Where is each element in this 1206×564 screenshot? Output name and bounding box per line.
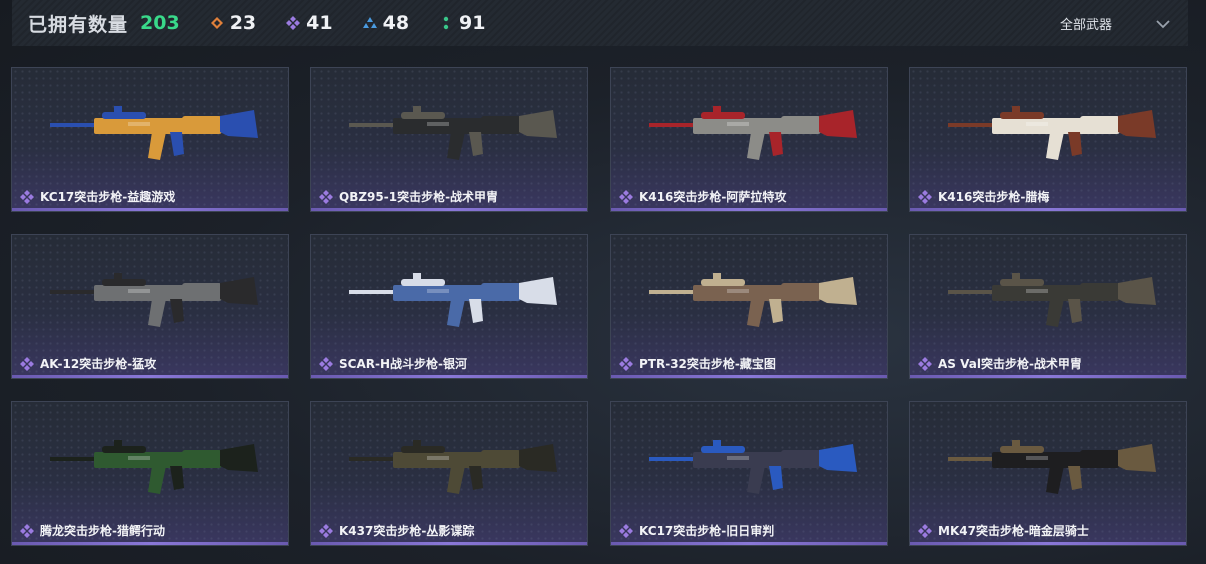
- weapon-card[interactable]: AS Val突击步枪-战术甲胄: [909, 234, 1187, 379]
- rarity-diamond-icon: [619, 523, 633, 538]
- stat-orange: 23: [210, 12, 256, 34]
- weapon-name: K416突击步枪-腊梅: [938, 190, 1050, 204]
- weapon-name-row: SCAR-H战斗步枪-银河: [319, 355, 467, 372]
- weapon-card[interactable]: K416突击步枪-阿萨拉特攻: [610, 67, 888, 212]
- rarity-diamond-icon: [20, 356, 34, 371]
- rarity-diamond-icon: [319, 189, 333, 204]
- weapon-card[interactable]: K416突击步枪-腊梅: [909, 67, 1187, 212]
- weapon-name: MK47突击步枪-暗金层骑士: [938, 524, 1089, 538]
- weapon-card[interactable]: KC17突击步枪-益趣游戏: [11, 67, 289, 212]
- rarity-diamond-icon: [20, 523, 34, 538]
- weapon-image: [649, 106, 857, 160]
- weapon-image: [349, 440, 557, 494]
- weapon-name-row: MK47突击步枪-暗金层骑士: [918, 522, 1089, 539]
- weapon-name-row: PTR-32突击步枪-藏宝图: [619, 355, 776, 372]
- weapon-filter-label: 全部武器: [1059, 17, 1112, 33]
- stat-blue: 48: [362, 12, 410, 34]
- stat-purple: 41: [286, 12, 333, 34]
- weapon-name-row: KC17突击步枪-旧日审判: [619, 522, 774, 539]
- weapon-name-row: QBZ95-1突击步枪-战术甲胄: [319, 188, 498, 205]
- weapon-image: [50, 273, 258, 327]
- weapon-card[interactable]: K437突击步枪-丛影谍踪: [310, 401, 588, 546]
- stat-green: 91: [439, 12, 486, 34]
- weapon-name-row: K416突击步枪-腊梅: [918, 188, 1049, 205]
- weapon-name-row: K437突击步枪-丛影谍踪: [319, 522, 474, 539]
- weapon-card[interactable]: QBZ95-1突击步枪-战术甲胄: [310, 67, 588, 212]
- weapon-name: QBZ95-1突击步枪-战术甲胄: [339, 190, 499, 204]
- rarity-diamond-icon: [918, 189, 932, 204]
- owned-count: 203: [140, 12, 180, 34]
- purple-diamond-icon: [286, 16, 301, 30]
- header-bar: 已拥有数量 203 23 41 48 91 全部武器: [12, 0, 1188, 46]
- weapon-name: KC17突击步枪-旧日审判: [639, 524, 775, 538]
- weapon-image: [649, 440, 857, 494]
- weapon-image: [649, 273, 857, 327]
- weapon-name: KC17突击步枪-益趣游戏: [40, 190, 176, 204]
- rarity-diamond-icon: [319, 523, 333, 538]
- weapon-image: [349, 273, 557, 327]
- weapon-name-row: KC17突击步枪-益趣游戏: [20, 188, 175, 205]
- weapon-name: SCAR-H战斗步枪-银河: [339, 357, 467, 371]
- weapon-card[interactable]: 腾龙突击步枪-猎鳄行动: [11, 401, 289, 546]
- weapon-image: [50, 106, 258, 160]
- weapon-image: [50, 440, 258, 494]
- weapon-name: AK-12突击步枪-猛攻: [40, 357, 157, 371]
- rarity-diamond-icon: [918, 523, 932, 538]
- rarity-diamond-icon: [319, 356, 333, 371]
- weapon-name-row: AK-12突击步枪-猛攻: [20, 355, 156, 372]
- stat-orange-value: 23: [229, 12, 257, 34]
- weapon-image: [948, 273, 1156, 327]
- weapon-name: PTR-32突击步枪-藏宝图: [639, 357, 776, 371]
- stat-blue-value: 48: [382, 12, 410, 34]
- green-dots-icon: [439, 16, 453, 30]
- stat-green-value: 91: [459, 12, 486, 34]
- orange-diamond-icon: [210, 16, 224, 30]
- weapon-name: AS Val突击步枪-战术甲胄: [938, 357, 1082, 371]
- weapon-card[interactable]: AK-12突击步枪-猛攻: [11, 234, 289, 379]
- weapon-filter-dropdown[interactable]: 全部武器: [1060, 0, 1170, 46]
- weapon-card[interactable]: KC17突击步枪-旧日审判: [610, 401, 888, 546]
- weapon-name: 腾龙突击步枪-猎鳄行动: [40, 524, 165, 538]
- weapon-name-row: K416突击步枪-阿萨拉特攻: [619, 188, 786, 205]
- weapon-card[interactable]: PTR-32突击步枪-藏宝图: [610, 234, 888, 379]
- rarity-diamond-icon: [619, 189, 633, 204]
- weapon-name-row: AS Val突击步枪-战术甲胄: [918, 355, 1082, 372]
- weapon-image: [948, 106, 1156, 160]
- blue-triangle-icon: [362, 16, 377, 30]
- chevron-down-icon: [1156, 14, 1170, 33]
- weapon-card[interactable]: MK47突击步枪-暗金层骑士: [909, 401, 1187, 546]
- stat-purple-value: 41: [306, 12, 333, 34]
- rarity-diamond-icon: [20, 189, 34, 204]
- owned-label: 已拥有数量: [28, 13, 129, 36]
- weapon-name: K437突击步枪-丛影谍踪: [339, 524, 475, 538]
- rarity-diamond-icon: [918, 356, 932, 371]
- weapon-name: K416突击步枪-阿萨拉特攻: [639, 190, 787, 204]
- weapon-card[interactable]: SCAR-H战斗步枪-银河: [310, 234, 588, 379]
- rarity-diamond-icon: [619, 356, 633, 371]
- weapon-image: [349, 106, 557, 160]
- weapon-image: [948, 440, 1156, 494]
- weapon-name-row: 腾龙突击步枪-猎鳄行动: [20, 522, 165, 539]
